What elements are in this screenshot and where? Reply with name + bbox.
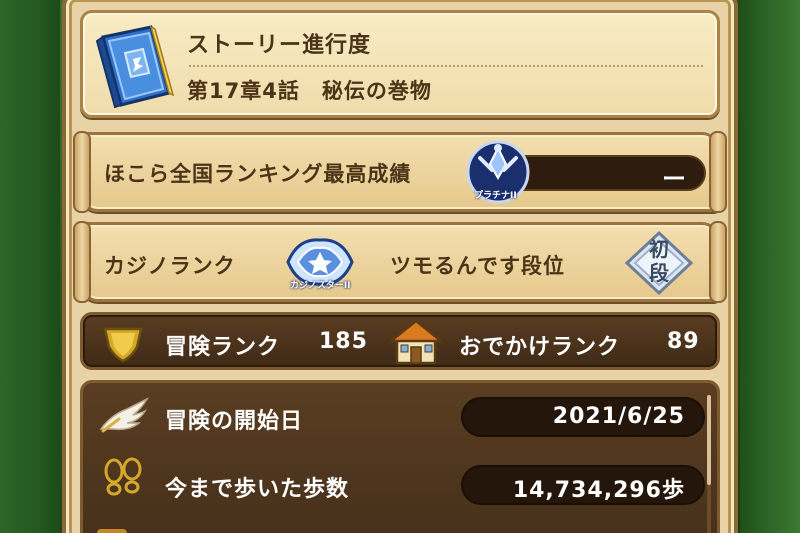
outing-rank-label: おでかけランク bbox=[459, 335, 621, 360]
divider bbox=[189, 65, 703, 67]
stats-scrollbar-thumb[interactable] bbox=[707, 395, 711, 485]
book-icon bbox=[95, 25, 175, 109]
next-row-icon bbox=[97, 529, 127, 533]
casino-star-badge-caption: カジノスターII bbox=[290, 281, 351, 291]
field-background-right bbox=[740, 0, 800, 533]
hokora-ranking-label: ほこら全国ランキング最高成績 bbox=[104, 162, 412, 186]
hokora-ranking-value: ー bbox=[662, 165, 686, 193]
start-date-label: 冒険の開始日 bbox=[165, 409, 304, 434]
footprints-icon bbox=[104, 457, 142, 496]
field-background-left bbox=[0, 0, 60, 533]
rank-bar: 冒険ランク 185 おでかけランク 89 bbox=[80, 312, 720, 370]
steps-label: 今まで歩いた歩数 bbox=[165, 477, 350, 502]
tsumo-rank-label: ツモるんです段位 bbox=[390, 254, 565, 278]
story-progress-card[interactable]: ストーリー進行度 第17章4話 秘伝の巻物 bbox=[80, 10, 720, 118]
story-title: ストーリー進行度 bbox=[187, 33, 372, 58]
story-chapter: 第17章4話 秘伝の巻物 bbox=[187, 79, 432, 103]
shield-icon bbox=[103, 327, 143, 363]
adventure-rank-value: 185 bbox=[319, 329, 368, 354]
platinum-badge-caption: プラチナII bbox=[474, 191, 517, 201]
steps-value: 14,734,296歩 bbox=[512, 478, 685, 503]
casino-rank-label: カジノランク bbox=[104, 254, 236, 278]
start-date-pill: 2021/6/25 bbox=[461, 397, 705, 437]
wing-icon bbox=[99, 397, 149, 433]
steps-pill: 14,734,296歩 bbox=[461, 465, 705, 505]
stats-panel[interactable]: 冒険の開始日 2021/6/25 今まで歩いた歩数 14,734,296歩 bbox=[80, 380, 720, 533]
adventure-rank-label: 冒険ランク bbox=[165, 335, 281, 360]
stats-scrollbar[interactable] bbox=[707, 395, 711, 533]
house-icon bbox=[389, 319, 443, 365]
start-date-value: 2021/6/25 bbox=[552, 404, 685, 429]
shodan-badge-text: 初段 bbox=[649, 237, 669, 285]
outing-rank-value: 89 bbox=[667, 329, 700, 354]
